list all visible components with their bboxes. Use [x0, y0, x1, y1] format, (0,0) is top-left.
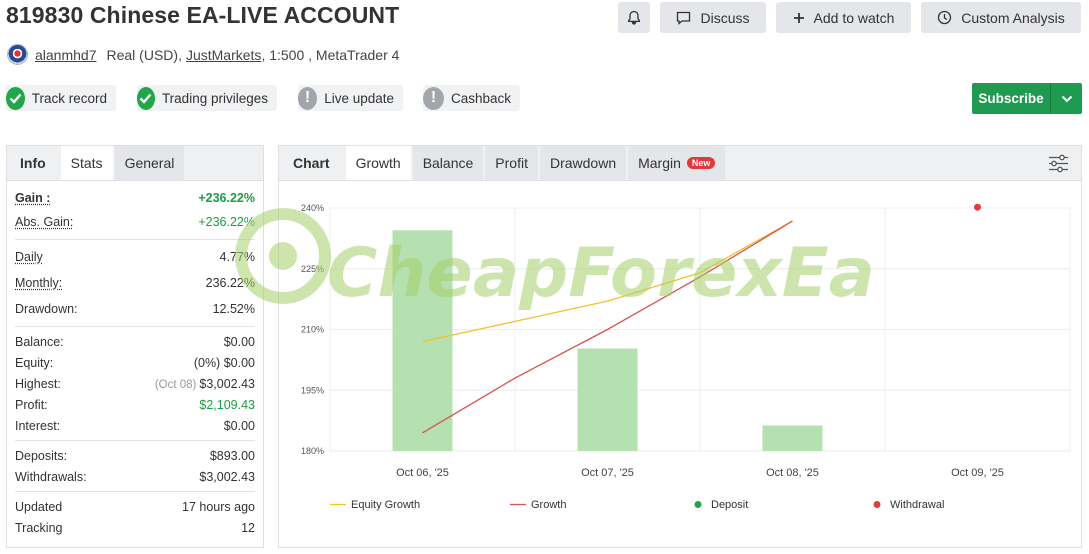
legend-label: Equity Growth	[351, 499, 420, 511]
withdrawal-point	[974, 203, 981, 211]
legend-item: Deposit	[694, 499, 748, 511]
bar	[762, 425, 823, 451]
legend-label: Withdrawal	[890, 499, 944, 511]
bar	[577, 348, 638, 451]
y-tick-label: 240%	[301, 203, 324, 213]
x-tick-label: Oct 07, '25	[581, 467, 634, 479]
legend-item: Growth	[510, 499, 566, 511]
legend-item: Equity Growth	[330, 499, 420, 511]
x-tick-label: Oct 08, '25	[766, 467, 819, 479]
y-tick-label: 210%	[301, 325, 324, 335]
legend-dot	[694, 501, 702, 508]
watermark-logo	[269, 242, 297, 270]
watermark-text: CheapForexEa	[327, 234, 875, 313]
growth-chart: 240%225%210%195%180%Oct 06, '25 Oct 07, '…	[235, 203, 1071, 511]
legend-item: Withdrawal	[873, 499, 944, 511]
x-tick-label: Oct 09, '25	[951, 467, 1004, 479]
legend-label: Growth	[531, 499, 566, 511]
y-tick-label: 195%	[301, 385, 324, 395]
x-tick-label: Oct 06, '25	[396, 467, 449, 479]
legend-label: Deposit	[711, 499, 748, 511]
legend-dot	[873, 501, 881, 508]
y-tick-label: 180%	[301, 446, 324, 456]
